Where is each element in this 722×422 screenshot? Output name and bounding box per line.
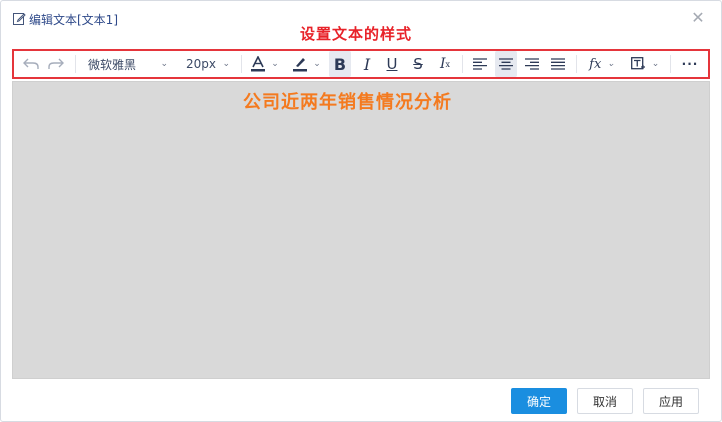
- apply-button[interactable]: 应用: [643, 388, 699, 414]
- toolbar-divider: [462, 55, 463, 73]
- formula-icon[interactable]: fx ⌄: [584, 51, 620, 77]
- underline-icon[interactable]: U: [381, 51, 403, 77]
- chevron-down-icon: ⌄: [222, 59, 230, 69]
- clear-format-icon[interactable]: Ix: [434, 51, 456, 77]
- bold-icon[interactable]: B: [329, 51, 351, 77]
- chevron-down-icon: ⌄: [607, 59, 615, 69]
- font-color-icon[interactable]: ⌄: [248, 51, 282, 77]
- redo-icon[interactable]: [45, 51, 67, 77]
- chevron-down-icon: ⌄: [271, 59, 279, 69]
- font-family-value: 微软雅黑: [88, 57, 137, 72]
- highlight-icon[interactable]: ⌄: [290, 51, 324, 77]
- dialog-title-text: 编辑文本[文本1]: [29, 13, 118, 27]
- italic-icon[interactable]: I: [356, 51, 378, 77]
- more-icon[interactable]: ···: [678, 51, 702, 77]
- editor-content-text[interactable]: 公司近两年销售情况分析: [243, 88, 452, 114]
- align-left-icon[interactable]: [469, 51, 491, 77]
- annotation-label: 设置文本的样式: [300, 25, 413, 43]
- chevron-down-icon: ⌄: [160, 59, 168, 69]
- rich-text-toolbar: 微软雅黑 ⌄ 20px ⌄ ⌄ ⌄ B I U S Ix fx ⌄ ⌄ ···: [12, 49, 710, 79]
- close-icon[interactable]: ✕: [689, 9, 707, 27]
- justify-icon[interactable]: [547, 51, 569, 77]
- dialog-title: 编辑文本[文本1]: [13, 11, 118, 28]
- strikethrough-icon[interactable]: S: [407, 51, 429, 77]
- font-family-select[interactable]: 微软雅黑 ⌄: [84, 51, 172, 77]
- text-editor-area[interactable]: 公司近两年销售情况分析: [12, 81, 710, 379]
- edit-text-dialog: 编辑文本[文本1] ✕ 设置文本的样式 微软雅黑 ⌄ 20px ⌄ ⌄ ⌄ B: [0, 0, 722, 422]
- align-center-icon[interactable]: [495, 51, 517, 77]
- chevron-down-icon: ⌄: [313, 59, 321, 69]
- toolbar-divider: [241, 55, 242, 73]
- chevron-down-icon: ⌄: [651, 59, 660, 69]
- font-size-value: 20px: [186, 57, 216, 71]
- undo-icon[interactable]: [20, 51, 42, 77]
- toolbar-divider: [670, 55, 671, 73]
- insert-field-icon[interactable]: ⌄: [626, 51, 664, 77]
- cancel-button[interactable]: 取消: [577, 388, 633, 414]
- edit-icon: [13, 12, 26, 28]
- toolbar-divider: [75, 55, 76, 73]
- confirm-button[interactable]: 确定: [511, 388, 567, 414]
- font-size-select[interactable]: 20px ⌄: [182, 51, 234, 77]
- toolbar-divider: [576, 55, 577, 73]
- align-right-icon[interactable]: [521, 51, 543, 77]
